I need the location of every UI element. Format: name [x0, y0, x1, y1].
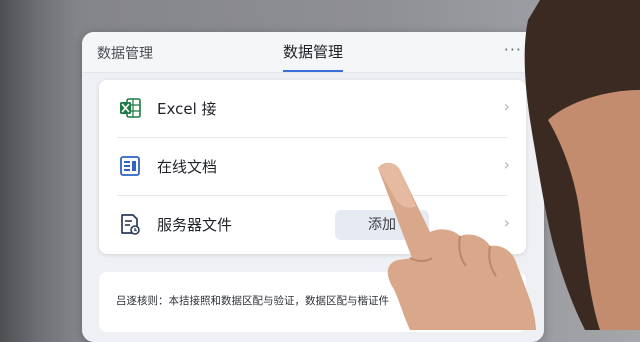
- online-document-icon: [120, 156, 140, 176]
- data-management-panel: 数据管理 数据管理 ··· Excel 接 › 在线文档 › 服务器文件 添加 …: [82, 32, 544, 342]
- rules-note-text: 吕逐核则：本拮接照和数据区配与验证，数据区配与楷证件: [116, 295, 389, 307]
- menu-item-online-doc[interactable]: 在线文档 ›: [99, 138, 526, 195]
- face-shape: [548, 90, 640, 330]
- excel-icon: [120, 98, 141, 118]
- rules-note-card: 吕逐核则：本拮接照和数据区配与验证，数据区配与楷证件: [99, 272, 526, 332]
- page-title: 数据管理: [283, 41, 344, 72]
- add-button[interactable]: 添加: [335, 210, 429, 240]
- menu-item-label: 服务器文件: [157, 216, 233, 234]
- more-dots-icon[interactable]: ···: [504, 40, 522, 59]
- menu-card: Excel 接 › 在线文档 › 服务器文件 添加 ›: [99, 80, 526, 254]
- menu-item-label: Excel 接: [157, 100, 217, 118]
- top-bar: 数据管理 数据管理 ···: [82, 32, 544, 73]
- menu-item-excel[interactable]: Excel 接 ›: [99, 80, 526, 137]
- chevron-right-icon: ›: [503, 155, 510, 174]
- back-title[interactable]: 数据管理: [97, 43, 153, 63]
- menu-item-label: 在线文档: [157, 158, 218, 176]
- chevron-right-icon: ›: [503, 213, 510, 232]
- chevron-right-icon: ›: [503, 97, 510, 116]
- menu-item-server-file[interactable]: 服务器文件 添加 ›: [99, 196, 526, 253]
- server-file-icon: [121, 214, 140, 235]
